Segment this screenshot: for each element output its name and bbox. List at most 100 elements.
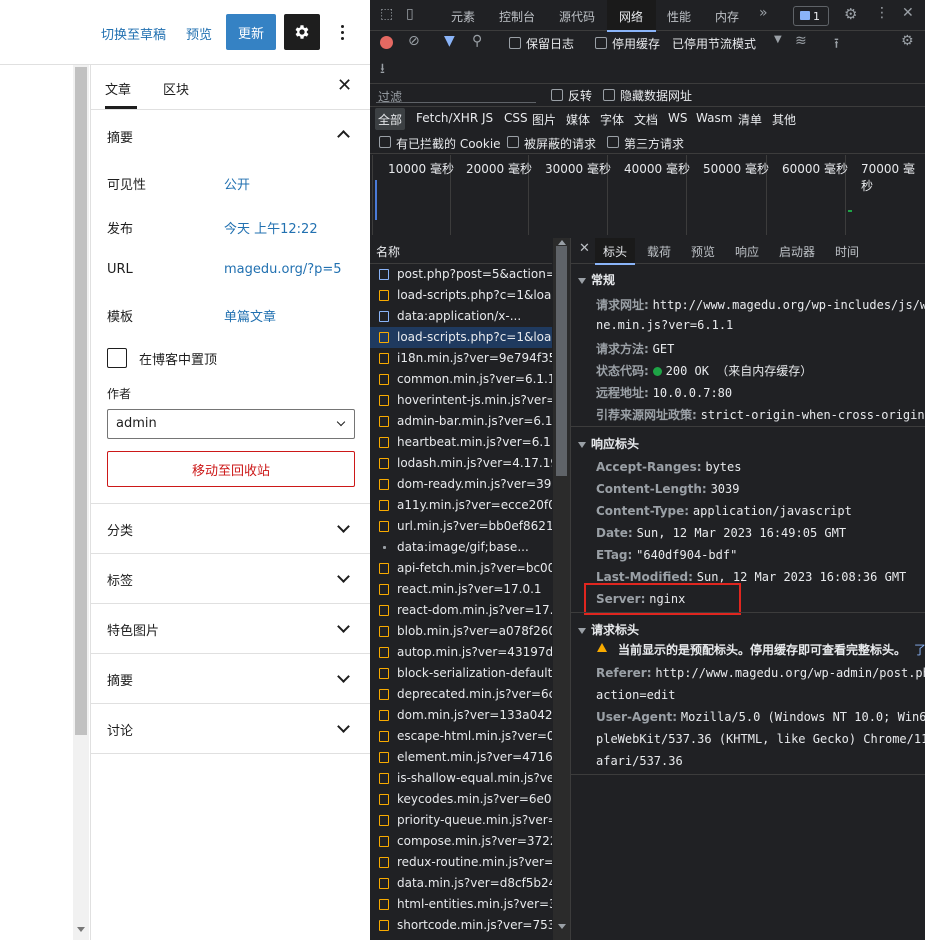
request-row[interactable]: react.min.js?ver=17.0.1 <box>370 579 552 600</box>
request-row[interactable]: data.min.js?ver=d8cf5b24f99c <box>370 873 552 894</box>
panel-categories[interactable]: 分类 <box>107 520 133 539</box>
request-row[interactable]: is-shallow-equal.min.js?ver=2 <box>370 768 552 789</box>
sticky-checkbox[interactable] <box>107 348 127 368</box>
request-row[interactable]: url.min.js?ver=bb0ef862199b <box>370 516 552 537</box>
request-row[interactable]: load-scripts.php?c=1&load% <box>370 327 552 348</box>
hide-data-urls-checkbox[interactable] <box>603 89 615 101</box>
request-headers-section-title[interactable]: 请求标头 <box>578 621 639 638</box>
export-har-icon[interactable]: ⭳ <box>380 58 385 82</box>
request-row[interactable]: common.min.js?ver=6.1.1 <box>370 369 552 390</box>
request-row[interactable]: heartbeat.min.js?ver=6.1.1 <box>370 432 552 453</box>
clear-icon[interactable]: ⊘ <box>408 33 420 49</box>
type-filter-media[interactable]: 媒体 <box>566 111 590 128</box>
tab-console[interactable]: 控制台 <box>499 8 535 25</box>
panel-discussion[interactable]: 讨论 <box>107 720 133 739</box>
panel-featured-image[interactable]: 特色图片 <box>107 620 159 639</box>
type-filter-css[interactable]: CSS <box>504 111 528 125</box>
request-row[interactable]: post.php?post=5&action=edit <box>370 264 552 285</box>
author-select[interactable]: admin <box>107 409 355 439</box>
request-row[interactable]: dom-ready.min.js?ver=392bd <box>370 474 552 495</box>
chevron-down-icon[interactable] <box>337 720 350 733</box>
third-party-checkbox[interactable] <box>607 136 619 148</box>
request-row[interactable]: deprecated.min.js?ver=6c963 <box>370 684 552 705</box>
summary-panel-title[interactable]: 摘要 <box>107 127 133 146</box>
tab-preview[interactable]: 预览 <box>691 243 715 260</box>
template-value[interactable]: 单篇文章 <box>224 306 276 325</box>
panel-tags[interactable]: 标签 <box>107 570 133 589</box>
general-section-title[interactable]: 常规 <box>578 271 615 288</box>
tab-response[interactable]: 响应 <box>735 243 759 260</box>
preview-button[interactable]: 预览 <box>186 24 212 43</box>
preserve-log-checkbox[interactable] <box>509 37 521 49</box>
tab-elements[interactable]: 元素 <box>451 8 475 25</box>
tab-sources[interactable]: 源代码 <box>559 8 595 25</box>
request-row[interactable]: admin-bar.min.js?ver=6.1.1 <box>370 411 552 432</box>
request-row[interactable]: data:application/x-... <box>370 306 552 327</box>
chevron-down-icon[interactable] <box>337 620 350 633</box>
tab-post[interactable]: 文章 <box>105 79 131 98</box>
request-row[interactable]: blob.min.js?ver=a078f260190 <box>370 621 552 642</box>
issues-badge[interactable]: 1 <box>793 6 829 26</box>
tab-headers[interactable]: 标头 <box>603 243 627 260</box>
tab-initiator[interactable]: 启动器 <box>779 243 815 260</box>
disable-cache-checkbox[interactable] <box>595 37 607 49</box>
type-filter-font[interactable]: 字体 <box>600 111 624 128</box>
tab-performance[interactable]: 性能 <box>667 8 691 25</box>
network-settings-icon[interactable]: ⚙ <box>901 33 914 49</box>
switch-to-draft-button[interactable]: 切换至草稿 <box>101 24 166 43</box>
request-list-scrollbar[interactable] <box>553 238 570 940</box>
invert-checkbox[interactable] <box>551 89 563 101</box>
request-row[interactable]: autop.min.js?ver=43197d709 <box>370 642 552 663</box>
chevron-down-icon[interactable] <box>337 570 350 583</box>
network-conditions-icon[interactable]: ≋ <box>795 33 807 49</box>
chevron-up-icon[interactable] <box>337 130 350 143</box>
type-filter-js[interactable]: JS <box>482 111 493 125</box>
request-row[interactable]: data:image/gif;base... <box>370 537 552 558</box>
chevron-down-icon[interactable] <box>337 520 350 533</box>
close-detail-icon[interactable]: ✕ <box>579 241 590 256</box>
request-row[interactable]: react-dom.min.js?ver=17.0.1 <box>370 600 552 621</box>
publish-value[interactable]: 今天 上午12:22 <box>224 218 318 237</box>
request-row[interactable]: block-serialization-default-pa <box>370 663 552 684</box>
import-har-icon[interactable]: ⭱ <box>834 33 839 57</box>
tab-network[interactable]: 网络 <box>619 8 643 25</box>
learn-more-link[interactable]: 了 <box>914 641 925 658</box>
update-button[interactable]: 更新 <box>226 14 276 50</box>
type-filter-ws[interactable]: WS <box>668 111 687 125</box>
device-toolbar-icon[interactable]: ▯ <box>406 6 414 22</box>
throttle-dropdown-icon[interactable]: ▼ <box>774 34 782 45</box>
kebab-menu-icon[interactable]: ⋮ <box>875 5 889 21</box>
panel-excerpt[interactable]: 摘要 <box>107 670 133 689</box>
request-row[interactable]: api-fetch.min.js?ver=bc0029c <box>370 558 552 579</box>
request-row[interactable]: priority-queue.min.js?ver=99e <box>370 810 552 831</box>
close-devtools-icon[interactable]: ✕ <box>902 5 914 21</box>
request-row[interactable]: keycodes.min.js?ver=6e0aadc <box>370 789 552 810</box>
scrollbar-thumb[interactable] <box>556 246 567 476</box>
scroll-down-arrow-icon[interactable] <box>77 927 85 932</box>
name-column-header[interactable]: 名称 <box>376 243 400 260</box>
editor-scrollbar[interactable] <box>73 65 89 940</box>
request-row[interactable]: lodash.min.js?ver=4.17.19 <box>370 453 552 474</box>
settings-gear-icon[interactable]: ⚙ <box>844 5 857 23</box>
request-row[interactable]: shortcode.min.js?ver=753904 <box>370 915 552 936</box>
visibility-value[interactable]: 公开 <box>224 174 250 193</box>
request-row[interactable]: i18n.min.js?ver=9e794f35a71 <box>370 348 552 369</box>
request-row[interactable]: redux-routine.min.js?ver=c9e <box>370 852 552 873</box>
request-row[interactable]: dom.min.js?ver=133a042fbbe <box>370 705 552 726</box>
options-menu-icon[interactable] <box>334 20 350 44</box>
move-to-trash-button[interactable]: 移动至回收站 <box>107 451 355 487</box>
request-row[interactable]: hoverintent-js.min.js?ver=2.2. <box>370 390 552 411</box>
settings-button[interactable] <box>284 14 320 50</box>
type-filter-manifest[interactable]: 清单 <box>738 111 762 128</box>
response-headers-section-title[interactable]: 响应标头 <box>578 435 639 452</box>
tab-timing[interactable]: 时间 <box>835 243 859 260</box>
tab-memory[interactable]: 内存 <box>715 8 739 25</box>
tab-block[interactable]: 区块 <box>163 79 189 98</box>
blocked-cookies-checkbox[interactable] <box>379 136 391 148</box>
request-row[interactable]: html-entities.min.js?ver=36a4 <box>370 894 552 915</box>
type-filter-xhr[interactable]: Fetch/XHR <box>416 111 478 125</box>
blocked-requests-checkbox[interactable] <box>507 136 519 148</box>
request-row[interactable]: load-scripts.php?c=1&load% <box>370 285 552 306</box>
url-value[interactable]: magedu.org/?p=5 <box>224 262 342 277</box>
chevron-down-icon[interactable] <box>337 670 350 683</box>
